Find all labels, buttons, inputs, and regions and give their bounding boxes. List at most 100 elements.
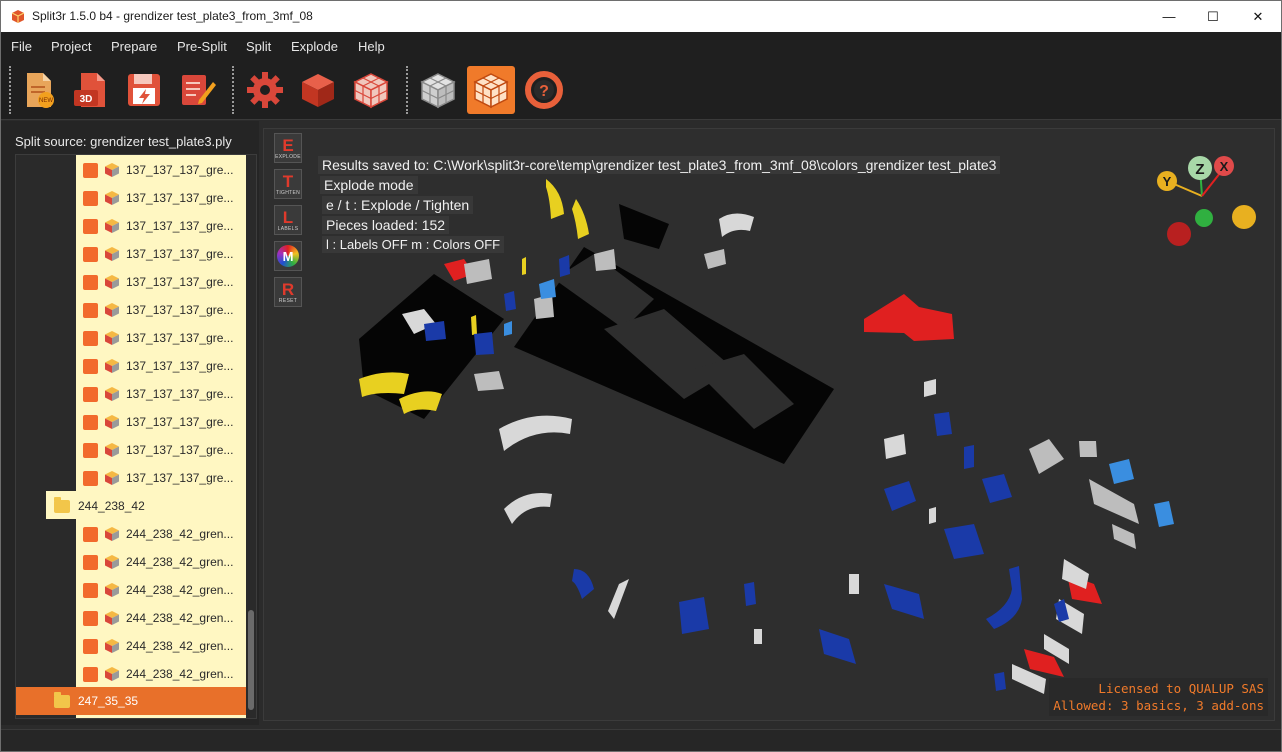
item-checkbox[interactable]	[83, 246, 98, 262]
tree-item[interactable]: 137_137_137_gre...	[83, 156, 233, 184]
scrollbar-thumb[interactable]	[248, 610, 254, 710]
menu-pre-split[interactable]: Pre-Split	[177, 39, 227, 54]
item-checkbox[interactable]	[83, 386, 98, 402]
explode-view-button[interactable]: E EXPLODE	[274, 133, 302, 163]
toggles-text: l : Labels OFF m : Colors OFF	[322, 236, 505, 253]
settings-button[interactable]	[241, 66, 289, 114]
tree-item[interactable]: 137_137_137_gre...	[83, 436, 233, 464]
tree-item-label: 244_238_42_gren...	[126, 667, 234, 681]
menu-bar: File Project Prepare Pre-Split Split Exp…	[1, 32, 1281, 60]
item-checkbox[interactable]	[83, 470, 98, 486]
item-checkbox[interactable]	[83, 610, 98, 626]
item-checkbox[interactable]	[83, 190, 98, 206]
tree-item[interactable]: 244_238_42_gren...	[83, 520, 233, 548]
tree-item[interactable]: 244_238_42_gren...	[83, 604, 233, 632]
tree-item[interactable]: 244_238_42_gren...	[83, 548, 233, 576]
edit-notes-icon	[182, 75, 216, 105]
mode-text: Explode mode	[320, 176, 418, 194]
edit-notes-button[interactable]	[173, 66, 221, 114]
tree-item-label: 137_137_137_gre...	[126, 471, 234, 485]
menu-prepare[interactable]: Prepare	[111, 39, 157, 54]
tree-item[interactable]: 137_137_137_gre...	[83, 380, 233, 408]
new-project-button[interactable]: NEW	[15, 66, 63, 114]
cube-icon	[105, 331, 119, 345]
tree-item[interactable]: 137_137_137_gre...	[83, 268, 233, 296]
item-checkbox[interactable]	[83, 582, 98, 598]
menu-explode[interactable]: Explode	[291, 39, 338, 54]
maximize-button[interactable]: ☐	[1190, 1, 1236, 32]
save-flash-icon	[128, 74, 160, 106]
tree-item-label: 137_137_137_gre...	[126, 303, 234, 317]
cube-icon	[105, 611, 119, 625]
save-project-button[interactable]	[120, 66, 168, 114]
menu-project[interactable]: Project	[51, 39, 91, 54]
tree-item[interactable]: 244_238_42_gren...	[83, 576, 233, 604]
gear-icon	[247, 72, 283, 108]
pieces-loaded-text: Pieces loaded: 152	[322, 216, 450, 234]
tree-item[interactable]: 137_137_137_gre...	[83, 324, 233, 352]
explode-cube-button[interactable]	[467, 66, 515, 114]
split-grey-cube-button[interactable]	[414, 66, 462, 114]
item-checkbox[interactable]	[83, 162, 98, 178]
parts-tree[interactable]: 137_137_137_gre... 137_137_137_gre... 13…	[15, 154, 257, 719]
tree-folder-244[interactable]: 244_238_42	[54, 492, 145, 520]
tree-scrollbar[interactable]	[246, 155, 256, 718]
tree-item[interactable]: 137_137_137_gre...	[83, 240, 233, 268]
tree-item[interactable]: 137_137_137_gre...	[83, 352, 233, 380]
status-bar	[1, 729, 1281, 751]
tree-item[interactable]: 137_137_137_gre...	[83, 408, 233, 436]
close-button[interactable]: ✕	[1235, 1, 1281, 32]
menu-help[interactable]: Help	[358, 39, 385, 54]
3d-viewport[interactable]: E EXPLODE T TIGHTEN L LABELS M R RESET R…	[263, 128, 1275, 721]
labels-caption: LABELS	[277, 225, 299, 232]
cube-icon	[105, 219, 119, 233]
cube-icon	[105, 471, 119, 485]
cube-icon	[105, 527, 119, 541]
tighten-view-button[interactable]: T TIGHTEN	[274, 169, 302, 199]
3d-badge-text: 3D	[80, 94, 93, 105]
item-checkbox[interactable]	[83, 414, 98, 430]
explode-letter: E	[282, 135, 294, 155]
split-source-label: Split source: grendizer test_plate3.ply	[15, 134, 232, 149]
tree-item[interactable]: 137_137_137_gre...	[83, 464, 233, 492]
cube-icon	[105, 275, 119, 289]
tree-item[interactable]: 137_137_137_gre...	[83, 296, 233, 324]
help-button[interactable]: ?	[520, 66, 568, 114]
reset-view-button[interactable]: R RESET	[274, 277, 302, 307]
tree-item[interactable]: 244_238_42_gren...	[83, 632, 233, 660]
item-checkbox[interactable]	[83, 554, 98, 570]
item-checkbox[interactable]	[83, 302, 98, 318]
item-checkbox[interactable]	[83, 638, 98, 654]
tree-item[interactable]: 137_137_137_gre...	[83, 184, 233, 212]
colors-toggle-button[interactable]: M	[274, 241, 302, 271]
tree-item[interactable]: 137_137_137_gre...	[83, 212, 233, 240]
item-checkbox[interactable]	[83, 274, 98, 290]
toolbar-separator	[406, 66, 408, 114]
item-checkbox[interactable]	[83, 330, 98, 346]
tree-item-label: 137_137_137_gre...	[126, 219, 234, 233]
cube-icon	[105, 639, 119, 653]
solid-cube-button[interactable]	[294, 66, 342, 114]
keys-text: e / t : Explode / Tighten	[322, 196, 474, 214]
tree-folder-247-selected[interactable]: 247_35_35	[16, 687, 246, 715]
menu-file[interactable]: File	[11, 39, 32, 54]
open-3d-button[interactable]: 3D	[67, 66, 115, 114]
tree-folder-247[interactable]: 247_35_35	[54, 687, 138, 715]
minimize-button[interactable]: —	[1146, 1, 1192, 32]
axis-gizmo: Y Z X	[1157, 156, 1256, 246]
tree-item-label: 137_137_137_gre...	[126, 331, 234, 345]
title-bar: Split3r 1.5.0 b4 - grendizer test_plate3…	[1, 1, 1281, 32]
tree-item[interactable]: 244_238_42_gren...	[83, 660, 233, 688]
menu-split[interactable]: Split	[246, 39, 271, 54]
item-checkbox[interactable]	[83, 218, 98, 234]
item-checkbox[interactable]	[83, 442, 98, 458]
reset-caption: RESET	[278, 297, 298, 304]
labels-toggle-button[interactable]: L LABELS	[274, 205, 302, 235]
cube-icon	[105, 163, 119, 177]
open-3d-icon: 3D	[74, 73, 105, 107]
item-checkbox[interactable]	[83, 358, 98, 374]
item-checkbox[interactable]	[83, 666, 98, 682]
item-checkbox[interactable]	[83, 526, 98, 542]
split-cube-button[interactable]	[347, 66, 395, 114]
license-allowed-line: Allowed: 3 basics, 3 add-ons	[1053, 698, 1264, 713]
